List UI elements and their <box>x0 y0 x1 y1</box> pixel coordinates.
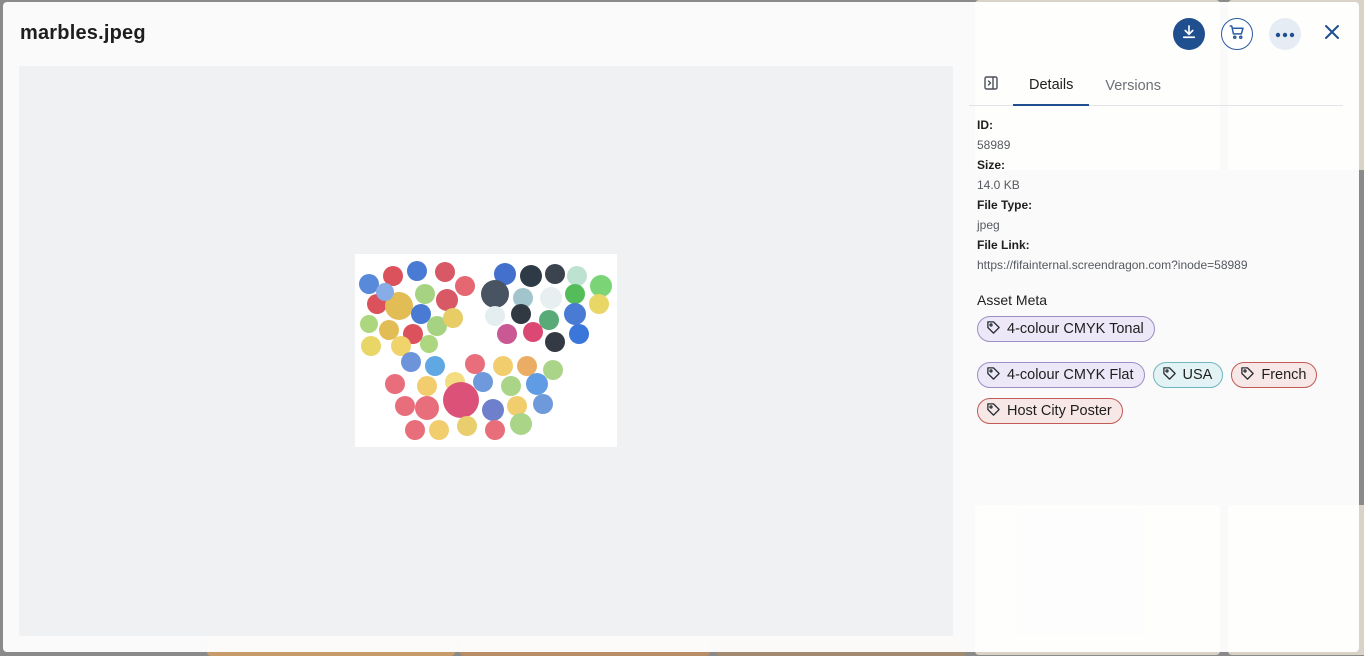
details-list: ID: 58989 Size: 14.0 KB File Type: jpeg … <box>969 106 1343 276</box>
file-link-label: File Link: <box>977 238 1030 252</box>
marbles-image <box>355 254 617 447</box>
file-type-value: jpeg <box>977 218 1000 232</box>
tag-label: Host City Poster <box>1007 403 1112 419</box>
panel-collapse-icon <box>983 75 999 96</box>
add-to-cart-button[interactable] <box>1221 18 1253 50</box>
close-icon <box>1324 24 1340 45</box>
modal-title: marbles.jpeg <box>20 22 146 44</box>
details-panel: Details Versions ID: 58989 Size: 14.0 KB… <box>969 66 1343 424</box>
image-preview-area <box>19 66 953 636</box>
panel-collapse-button[interactable] <box>969 66 1013 106</box>
tag-chip[interactable]: French <box>1231 362 1318 388</box>
asset-meta-tags: 4-colour CMYK Tonal 4-colour CMYK Flat U… <box>969 316 1339 424</box>
id-value: 58989 <box>977 138 1011 152</box>
download-button[interactable] <box>1173 18 1205 50</box>
asset-meta-title: Asset Meta <box>977 292 1048 308</box>
tag-chip[interactable]: 4-colour CMYK Tonal <box>977 316 1155 342</box>
header-actions <box>1173 18 1345 50</box>
tag-chip[interactable]: USA <box>1152 362 1224 388</box>
more-options-button[interactable] <box>1269 18 1301 50</box>
tag-icon <box>986 402 1001 421</box>
cart-icon <box>1228 23 1246 46</box>
tag-icon <box>1162 366 1177 385</box>
size-label: Size: <box>977 158 1006 172</box>
tag-icon <box>1240 366 1255 385</box>
id-label: ID: <box>977 118 993 132</box>
tag-chip[interactable]: 4-colour CMYK Flat <box>977 362 1145 388</box>
tag-label: USA <box>1182 367 1213 383</box>
tag-label: French <box>1261 367 1307 383</box>
close-button[interactable] <box>1319 18 1345 50</box>
file-link-value[interactable]: https://fifainternal.screendragon.com?in… <box>977 254 1335 276</box>
tag-icon <box>986 366 1001 385</box>
tag-label: 4-colour CMYK Tonal <box>1007 321 1144 337</box>
asset-preview-modal: marbles.jpeg Details Versions ID: 58989 … <box>3 2 1359 652</box>
tag-chip[interactable]: Host City Poster <box>977 398 1123 424</box>
panel-tabs: Details Versions <box>969 66 1343 106</box>
file-type-label: File Type: <box>977 198 1033 212</box>
tab-details[interactable]: Details <box>1013 66 1090 106</box>
size-value: 14.0 KB <box>977 178 1020 192</box>
more-horizontal-icon <box>1275 25 1295 43</box>
tag-label: 4-colour CMYK Flat <box>1007 367 1134 383</box>
tag-icon <box>986 320 1001 339</box>
download-icon <box>1180 23 1198 46</box>
tab-versions[interactable]: Versions <box>1089 66 1177 106</box>
